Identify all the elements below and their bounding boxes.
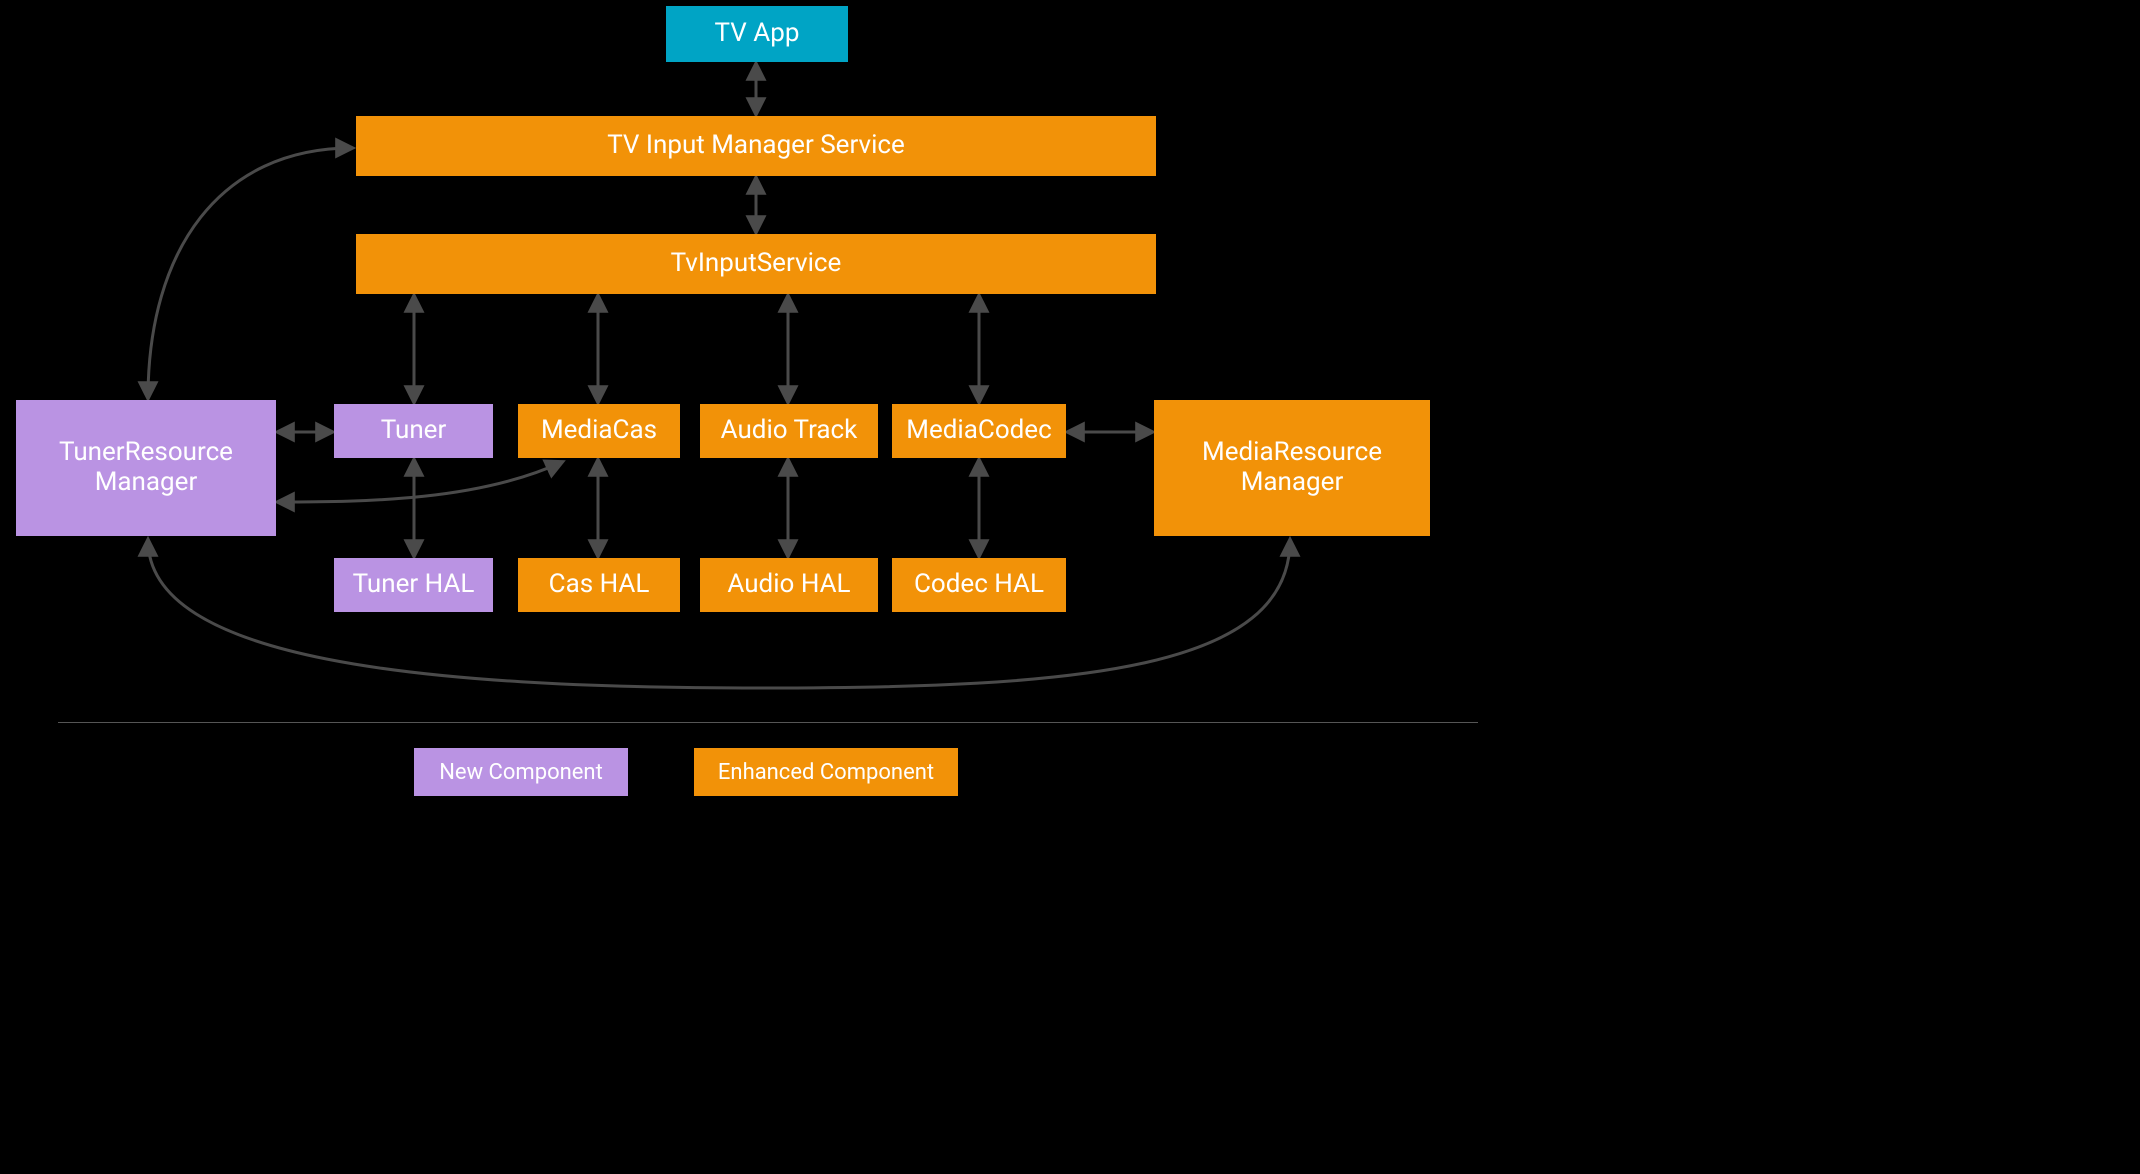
node-audio-track: Audio Track (700, 404, 878, 458)
node-media-resource-manager: MediaResource Manager (1154, 400, 1430, 536)
node-tv-input-service: TvInputService (356, 234, 1156, 294)
node-mediacodec: MediaCodec (892, 404, 1066, 458)
legend-divider (58, 722, 1478, 723)
node-tuner: Tuner (334, 404, 493, 458)
node-codec-hal: Codec HAL (892, 558, 1066, 612)
legend-new-component: New Component (414, 748, 628, 796)
node-audio-hal: Audio HAL (700, 558, 878, 612)
legend-enhanced-component: Enhanced Component (694, 748, 958, 796)
node-tuner-resource-manager: TunerResource Manager (16, 400, 276, 536)
node-tuner-hal: Tuner HAL (334, 558, 493, 612)
diagram-stage: TV App TV Input Manager Service TvInputS… (0, 0, 1543, 812)
node-tv-input-manager-service: TV Input Manager Service (356, 116, 1156, 176)
node-mediacas: MediaCas (518, 404, 680, 458)
node-cas-hal: Cas HAL (518, 558, 680, 612)
node-tv-app: TV App (666, 6, 848, 62)
